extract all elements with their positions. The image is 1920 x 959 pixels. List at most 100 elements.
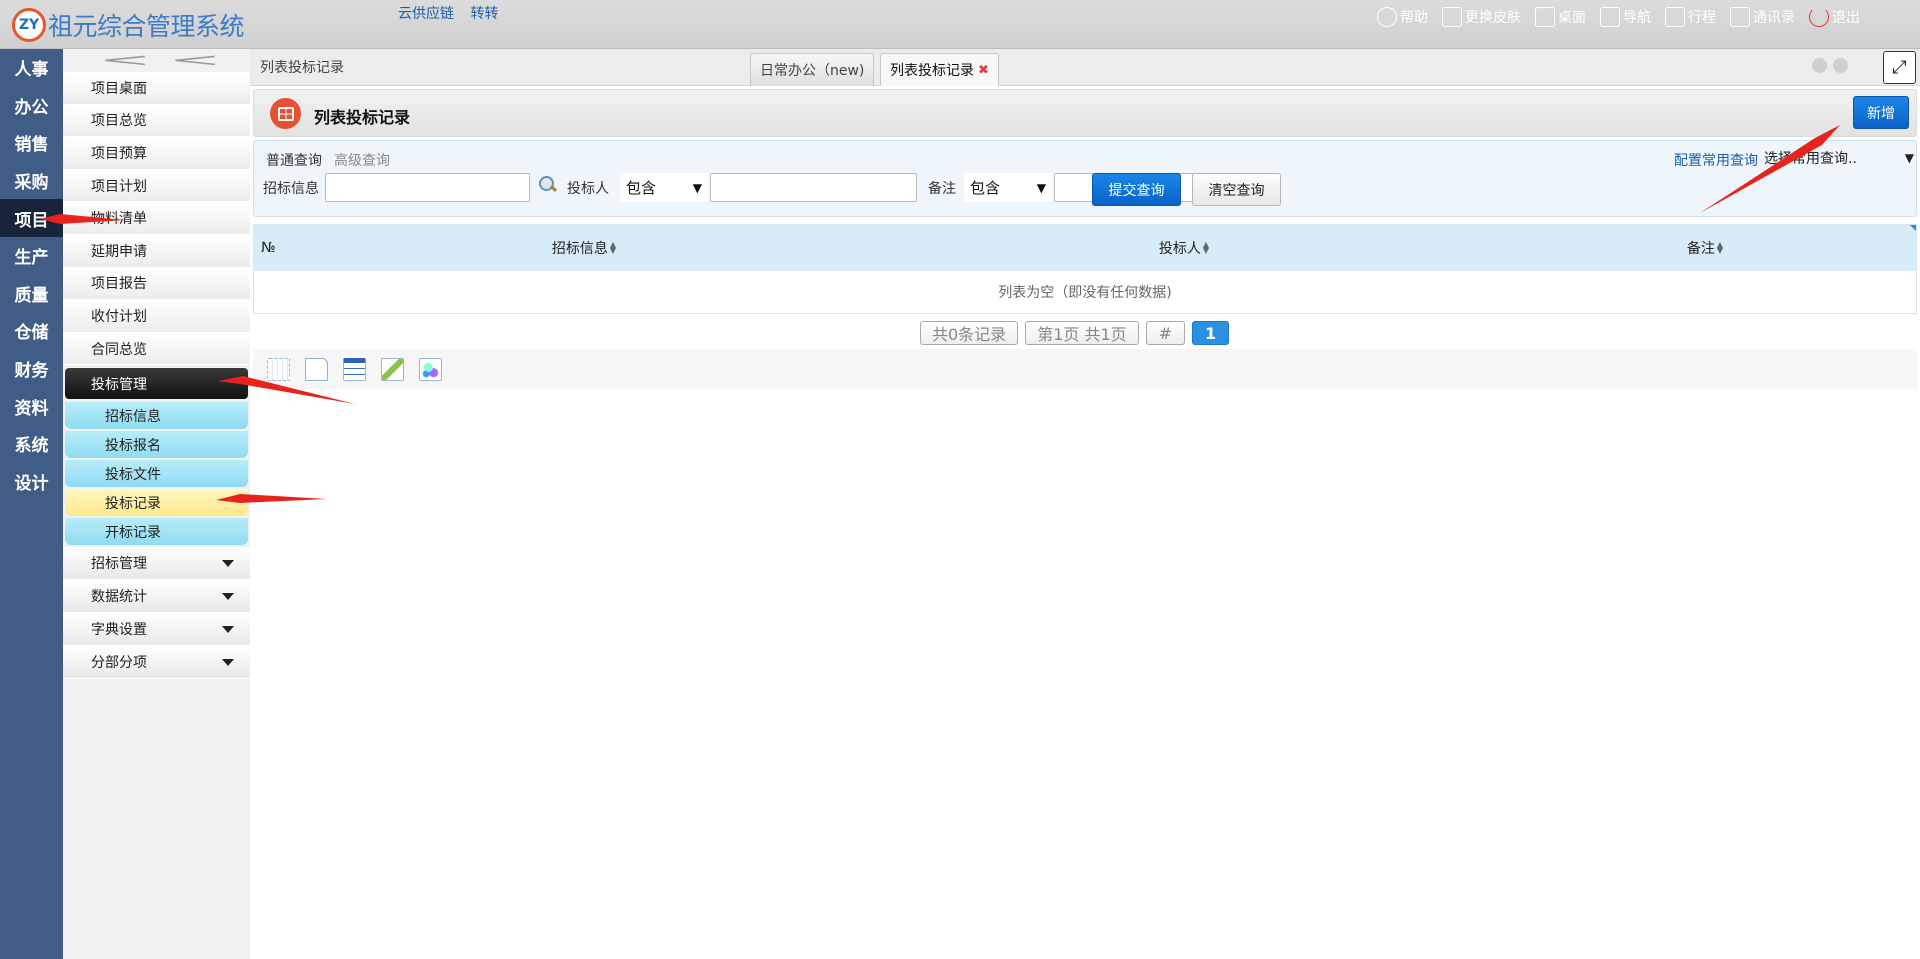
sidebar-subitem-bid-documents[interactable]: 投标文件 [65, 460, 248, 488]
category-system[interactable]: 系统 [0, 425, 63, 463]
search-icon[interactable] [539, 176, 556, 193]
sidebar-item-payment-plan[interactable]: 收付计划 [63, 300, 250, 333]
category-sales[interactable]: 销售 [0, 124, 63, 162]
add-button[interactable]: 新增 [1853, 96, 1909, 129]
sidebar-group-tender-management[interactable]: 招标管理 [63, 547, 250, 581]
expand-icon: ⤢ [1892, 57, 1907, 78]
sidebar-item-project-overview[interactable]: 项目总览 [63, 104, 250, 138]
sidebar-item-project-plan[interactable]: 项目计划 [63, 169, 250, 203]
tab-controls [1812, 58, 1848, 248]
desktop-button[interactable]: 桌面 [1535, 7, 1586, 27]
total-records: 共0条记录 [920, 321, 1019, 345]
caret-down-icon [222, 658, 234, 666]
clear-query-button[interactable]: 清空查询 [1192, 173, 1281, 206]
category-production[interactable]: 生产 [0, 237, 63, 275]
close-icon[interactable]: ✖ [978, 63, 989, 78]
sidebar-subitem-bid-registration[interactable]: 投标报名 [65, 431, 248, 459]
desktop-label: 桌面 [1558, 10, 1586, 26]
contacts-button[interactable]: 通讯录 [1730, 7, 1795, 27]
column-remark[interactable]: 备注 ▲ ▼ [1494, 225, 1916, 271]
sidebar-subitem-tender-info[interactable]: 招标信息 [65, 402, 248, 430]
category-hr[interactable]: 人事 [0, 49, 63, 87]
remark-operator-value: 包含 [970, 179, 1001, 197]
column-number[interactable]: № [254, 225, 294, 271]
bidder-label: 投标人 [567, 181, 609, 197]
sidebar-item-project-report[interactable]: 项目报告 [63, 267, 250, 301]
column-bidder[interactable]: 投标人 ▲ ▼ [874, 225, 1494, 271]
sidebar-group-statistics[interactable]: 数据统计 [63, 580, 250, 614]
category-design[interactable]: 设计 [0, 463, 63, 501]
grid-header: № 招标信息 ▲ ▼ 投标人 ▲ ▼ 备注 ▲ ▼ [254, 225, 1916, 271]
sidebar: < < 项目桌面 项目总览 项目预算 项目计划 物料清单 延期申请 项目报告 收付… [63, 49, 250, 959]
sidebar-group-bid-management[interactable]: 投标管理 [65, 368, 248, 400]
sidebar-group-dictionary[interactable]: 字典设置 [63, 613, 250, 647]
shirt-icon [1442, 7, 1462, 27]
tab-daily-office[interactable]: 日常办公（new) [750, 53, 875, 86]
grid-empty-message: 列表为空（即没有任何数据) [254, 271, 1916, 313]
logout-label: 退出 [1832, 10, 1860, 26]
sidebar-group-label: 数据统计 [91, 589, 147, 606]
sidebar-subitem-bid-records[interactable]: 投标记录 [65, 489, 248, 517]
navigation-button[interactable]: 导航 [1600, 7, 1651, 27]
top-link-zhuanzhuan[interactable]: 转转 [470, 6, 498, 22]
schedule-button[interactable]: 行程 [1665, 7, 1716, 27]
tab-scroll-left-icon[interactable] [1812, 58, 1827, 73]
column-tender-info[interactable]: 招标信息 ▲ ▼ [294, 225, 874, 271]
common-query-select[interactable]: 选择常用查询.. ▼ [1764, 147, 1914, 169]
remark-operator-select[interactable]: 包含 ▼ [964, 173, 1052, 202]
category-project[interactable]: 项目 [0, 199, 63, 237]
category-office[interactable]: 办公 [0, 87, 63, 125]
grid-icon [1600, 7, 1620, 27]
sidebar-item-project-budget[interactable]: 项目预算 [63, 137, 250, 170]
schedule-label: 行程 [1688, 10, 1716, 26]
sidebar-item-contract-overview[interactable]: 合同总览 [63, 332, 250, 366]
document-icon[interactable] [305, 357, 328, 381]
tab-bid-records[interactable]: 列表投标记录 ✖ [880, 53, 999, 86]
page-jump-button[interactable]: # [1145, 321, 1186, 345]
page-info: 第1页 共1页 [1025, 321, 1139, 345]
sidebar-group-label: 分部分项 [91, 655, 147, 672]
sidebar-subitem-bid-opening-records[interactable]: 开标记录 [65, 518, 248, 546]
category-documents[interactable]: 资料 [0, 387, 63, 425]
sort-icon: ▲ ▼ [609, 240, 617, 255]
column-label: 招标信息 [551, 241, 608, 257]
sidebar-item-project-desktop[interactable]: 项目桌面 [63, 72, 250, 105]
logout-button[interactable]: 退出 [1809, 7, 1860, 27]
top-link-supply-chain[interactable]: 云供应链 [398, 6, 454, 22]
select-all-icon[interactable] [267, 357, 290, 381]
fullscreen-button[interactable]: ⤢ [1883, 51, 1916, 84]
change-skin-label: 更换皮肤 [1465, 10, 1521, 26]
tab-normal-query[interactable]: 普通查询 [266, 150, 322, 170]
table-view-icon[interactable] [343, 357, 366, 381]
sidebar-group-subdivisions[interactable]: 分部分项 [63, 646, 250, 680]
table-icon [270, 98, 301, 129]
tender-info-input[interactable] [325, 173, 530, 202]
bidder-input[interactable] [710, 173, 917, 202]
page-header: 列表投标记录 新增 [253, 89, 1917, 137]
sidebar-item-delay-request[interactable]: 延期申请 [63, 234, 250, 268]
tender-info-label: 招标信息 [263, 181, 319, 197]
edit-icon[interactable] [381, 357, 404, 381]
tab-advanced-query[interactable]: 高级查询 [334, 150, 390, 170]
breadcrumb: 列表投标记录 [260, 60, 344, 76]
bidder-operator-select[interactable]: 包含 ▼ [620, 173, 708, 202]
configure-common-query-link[interactable]: 配置常用查询 [1674, 150, 1758, 170]
chevron-down-icon: ▼ [692, 180, 702, 195]
tab-scroll-right-icon[interactable] [1833, 58, 1848, 73]
puzzle-icon[interactable] [419, 357, 442, 381]
category-warehouse[interactable]: 仓储 [0, 312, 63, 350]
category-finance[interactable]: 财务 [0, 350, 63, 388]
app-logo[interactable]: ZY 祖元综合管理系统 [12, 7, 245, 43]
help-button[interactable]: 帮助 [1377, 7, 1428, 27]
tab-bar: 列表投标记录 日常办公（new) 列表投标记录 ✖ ⤢ [250, 49, 1920, 248]
category-quality[interactable]: 质量 [0, 275, 63, 313]
category-purchase[interactable]: 采购 [0, 162, 63, 200]
sidebar-collapse-button[interactable]: < < [63, 49, 250, 72]
change-skin-button[interactable]: 更换皮肤 [1442, 7, 1521, 27]
tab-label: 日常办公（new) [760, 63, 865, 79]
page-1-button[interactable]: 1 [1192, 321, 1230, 345]
submit-query-button[interactable]: 提交查询 [1092, 173, 1181, 206]
pagination: 共0条记录 第1页 共1页 # 1 [920, 321, 1230, 345]
sidebar-item-bom[interactable]: 物料清单 [63, 202, 250, 235]
list-toolbar [253, 349, 1917, 389]
